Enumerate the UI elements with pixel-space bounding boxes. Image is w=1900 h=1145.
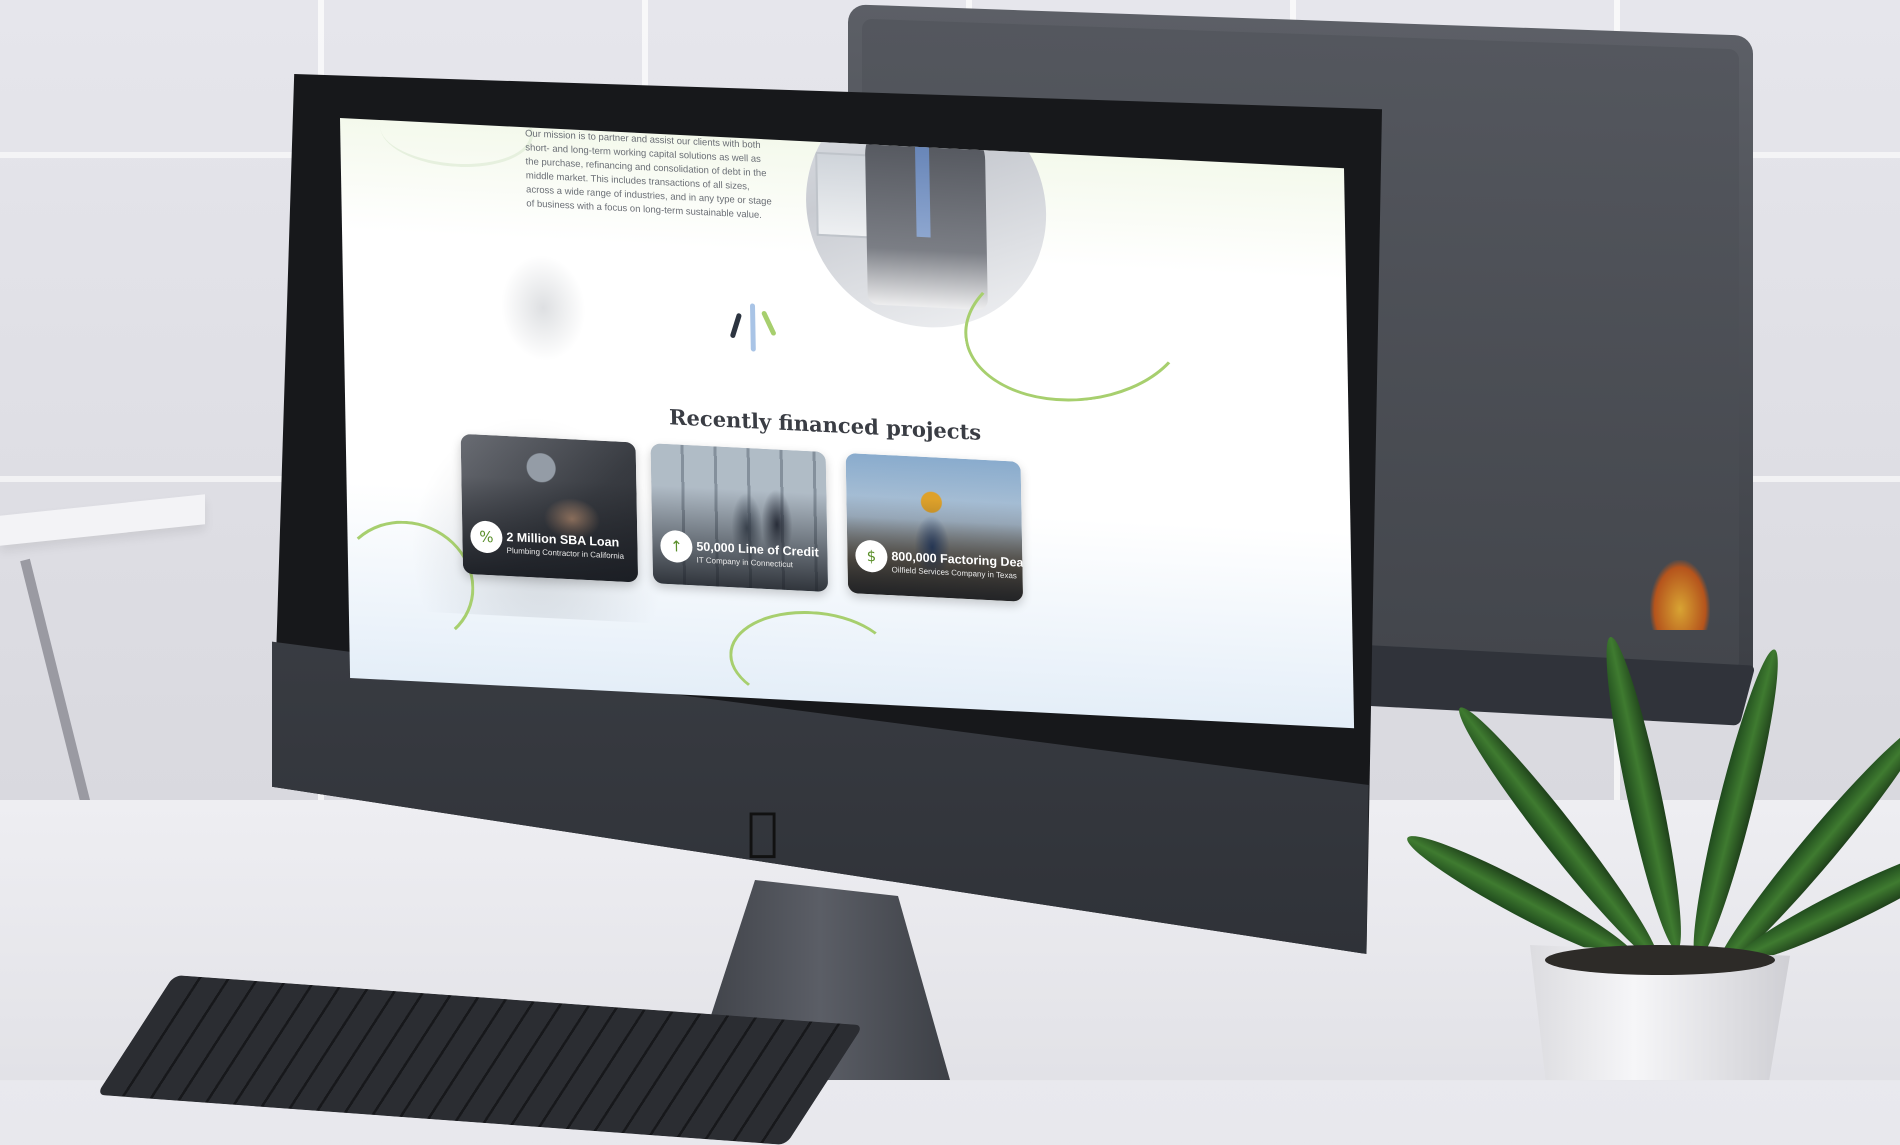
website-screen: Our mission is to partner and assist our… bbox=[340, 118, 1355, 729]
projects-list: % 2 Million SBA Loan Plumbing Contractor… bbox=[460, 433, 1084, 615]
plant-flower bbox=[1650, 560, 1710, 630]
project-card[interactable]: $ 800,000 Factoring Deal Oilfield Servic… bbox=[845, 453, 1024, 602]
mission-text: Our mission is to partner and assist our… bbox=[525, 127, 772, 221]
decorative-curve bbox=[379, 118, 534, 171]
apple-logo-icon:  bbox=[747, 802, 778, 862]
plant-soil bbox=[1545, 945, 1775, 975]
brand-marks-icon bbox=[728, 302, 789, 365]
project-card[interactable]: % 2 Million SBA Loan Plumbing Contractor… bbox=[460, 433, 639, 583]
project-card[interactable]: ↑ 50,000 Line of Credit IT Company in Co… bbox=[650, 443, 829, 592]
decorative-green-arc bbox=[728, 607, 897, 712]
